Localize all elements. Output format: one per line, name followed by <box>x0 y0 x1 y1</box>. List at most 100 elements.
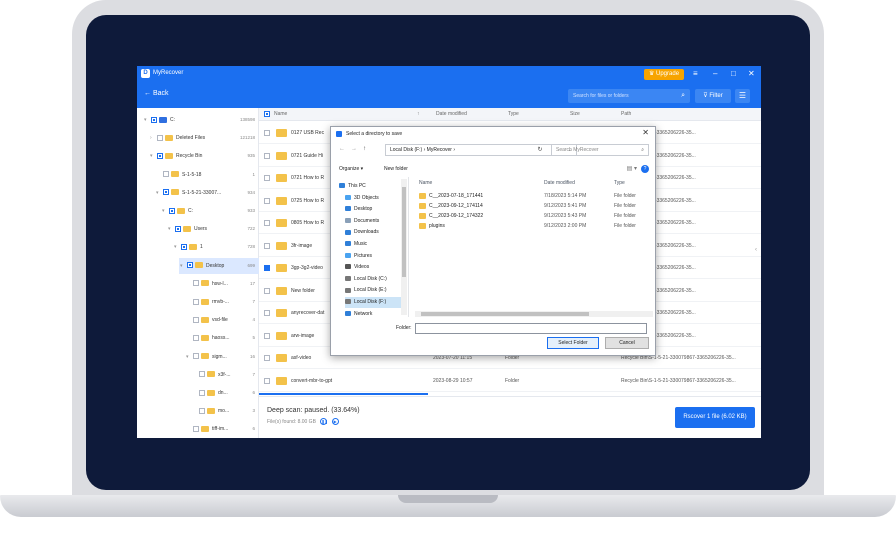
tree-expand-icon[interactable]: ▾ <box>168 221 175 237</box>
nav-item[interactable]: Videos <box>345 262 407 273</box>
tree-expand-icon[interactable]: ▾ <box>156 185 163 201</box>
select-all-checkbox[interactable] <box>264 111 270 117</box>
tree-item[interactable]: haoss... 5 <box>137 330 259 346</box>
nav-item[interactable]: This PC <box>339 181 401 192</box>
col-name[interactable]: Name <box>274 108 287 121</box>
tree-item[interactable]: ▾ C: 138598 <box>137 112 259 128</box>
tree-expand-icon[interactable]: ▾ <box>186 349 193 365</box>
tree-checkbox[interactable] <box>157 134 163 141</box>
nav-item[interactable]: Local Disk (C:) <box>345 274 407 285</box>
tree-expand-icon[interactable]: › <box>150 130 157 146</box>
content-col-type[interactable]: Type <box>614 180 625 186</box>
row-checkbox[interactable] <box>264 152 270 159</box>
close-icon[interactable]: ✕ <box>748 69 755 79</box>
tree-item[interactable]: ▾ Users 722 <box>137 221 259 237</box>
refresh-icon[interactable]: ↻ <box>534 144 546 156</box>
tree-checkbox[interactable] <box>181 244 187 251</box>
nav-item[interactable]: Documents <box>345 216 407 227</box>
tree-item[interactable]: ▾ S-1-5-21-33007... 934 <box>137 185 259 201</box>
recover-button[interactable]: Rscover 1 file (6.02 KB) <box>675 407 755 428</box>
tree-item[interactable]: x3f-... 7 <box>137 367 259 383</box>
address-bar[interactable]: Local Disk (F:) › MyRecover › ⌄ <box>385 144 577 156</box>
tree-checkbox[interactable] <box>193 335 199 342</box>
list-view-icon[interactable]: ☰ <box>735 89 750 103</box>
col-path[interactable]: Path <box>621 108 631 121</box>
menu-icon[interactable]: ≡ <box>693 69 698 79</box>
help-icon[interactable]: ? <box>641 165 649 173</box>
row-checkbox[interactable] <box>264 310 270 316</box>
maximize-icon[interactable]: □ <box>731 69 736 79</box>
row-checkbox[interactable] <box>264 355 270 361</box>
row-checkbox[interactable] <box>264 197 270 204</box>
tree-checkbox[interactable] <box>175 225 181 232</box>
dialog-close-icon[interactable]: ✕ <box>642 128 649 137</box>
dialog-search-input[interactable]: Search MyRecover ⌕ <box>551 144 649 156</box>
minimize-icon[interactable]: – <box>713 69 717 79</box>
row-checkbox[interactable] <box>264 220 270 226</box>
view-options-icon[interactable]: ▤ ▾ <box>627 163 637 175</box>
tree-item[interactable]: rmvb-... 7 <box>137 294 259 310</box>
row-checkbox[interactable] <box>264 265 270 271</box>
pause-icon[interactable]: ❚❚ <box>320 418 328 425</box>
nav-back-icon[interactable]: ← <box>339 146 345 152</box>
tree-item[interactable]: ▾ Desktop 699 <box>179 257 259 274</box>
nav-item[interactable]: Music <box>345 239 407 250</box>
tree-item[interactable]: ▾ Recycle Bin 935 <box>137 148 259 164</box>
tree-item[interactable]: vsd-file 4 <box>137 312 259 328</box>
content-hscroll-thumb[interactable] <box>421 312 589 316</box>
sort-arrow-icon[interactable]: ↑ <box>417 108 420 121</box>
nav-item[interactable]: Local Disk (F:) <box>345 297 407 308</box>
list-item[interactable]: C__2023-09-12_174322 9/12/2023 5:43 PM Fil… <box>413 211 653 221</box>
list-item[interactable]: C__2023-09-12_174114 9/12/2023 5:41 PM Fil… <box>413 201 653 211</box>
tree-checkbox[interactable] <box>193 316 199 323</box>
tree-expand-icon[interactable]: ▾ <box>144 112 151 128</box>
tree-expand-icon[interactable]: ▾ <box>180 258 187 274</box>
col-size[interactable]: Size <box>570 108 580 121</box>
nav-scroll-thumb[interactable] <box>402 187 406 277</box>
tree-expand-icon[interactable]: ▾ <box>150 148 157 164</box>
tree-checkbox[interactable] <box>187 262 193 269</box>
stop-icon[interactable]: ▶ <box>331 418 339 425</box>
row-checkbox[interactable] <box>264 287 270 294</box>
nav-item[interactable]: Desktop <box>345 204 407 215</box>
upgrade-button[interactable]: ♛ Upgrade <box>644 69 684 80</box>
tree-item[interactable]: S-1-5-18 1 <box>137 167 259 183</box>
nav-up-icon[interactable]: ↑ <box>363 146 366 152</box>
tree-checkbox[interactable] <box>199 389 205 396</box>
tree-checkbox[interactable] <box>199 407 205 414</box>
tree-item[interactable]: ▾ C: 933 <box>137 203 259 219</box>
list-item[interactable]: C__2023-07-18_171441 7/18/2023 5:14 PM Fil… <box>413 191 653 201</box>
tree-checkbox[interactable] <box>193 280 199 287</box>
filter-button[interactable]: ⊽ Filter <box>695 89 731 103</box>
nav-item[interactable]: Local Disk (E:) <box>345 285 407 296</box>
tree-expand-icon[interactable]: ▾ <box>174 239 181 255</box>
nav-item[interactable]: 3D Objects <box>345 193 407 204</box>
tree-checkbox[interactable] <box>151 116 157 123</box>
tree-item[interactable]: dn... 6 <box>137 385 259 401</box>
tree-checkbox[interactable] <box>193 426 199 433</box>
tree-checkbox[interactable] <box>199 371 205 378</box>
nav-item[interactable]: Network <box>345 309 407 317</box>
table-row[interactable]: convert-mbr-to-gpt 2023-08-29 10:57 Folder… <box>259 370 761 392</box>
nav-forward-icon[interactable]: → <box>351 146 357 152</box>
tree-checkbox[interactable] <box>163 189 169 196</box>
tree-checkbox[interactable] <box>193 353 199 360</box>
tree-expand-icon[interactable]: ▾ <box>162 203 169 219</box>
col-date[interactable]: Date modified <box>436 108 467 121</box>
new-folder-button[interactable]: New folder <box>384 163 408 175</box>
tree-item[interactable]: ▾ sigm... 16 <box>137 349 259 365</box>
content-col-name[interactable]: Name <box>419 180 432 186</box>
tree-item[interactable]: tiff-im... 6 <box>137 421 259 437</box>
tree-item[interactable]: › Deleted Files 121218 <box>137 130 259 146</box>
nav-item[interactable]: Downloads <box>345 227 407 238</box>
chevron-left-icon[interactable]: ‹ <box>755 247 757 253</box>
tree-item[interactable]: mo... 3 <box>137 403 259 419</box>
tree-checkbox[interactable] <box>169 207 175 214</box>
tree-checkbox[interactable] <box>193 298 199 305</box>
col-type[interactable]: Type <box>508 108 519 121</box>
row-checkbox[interactable] <box>264 130 270 136</box>
tree-checkbox[interactable] <box>157 153 163 160</box>
organize-menu[interactable]: Organize ▾ <box>339 163 363 175</box>
row-checkbox[interactable] <box>264 332 270 339</box>
row-checkbox[interactable] <box>264 242 270 249</box>
